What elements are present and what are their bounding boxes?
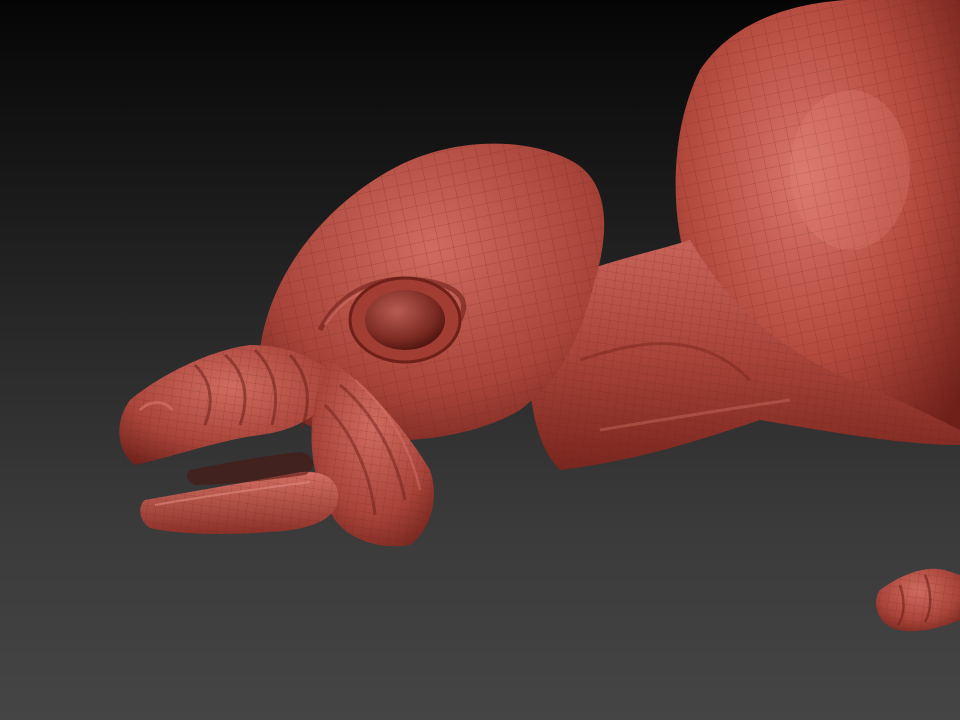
model-foot [876, 568, 960, 632]
3d-viewport[interactable] [0, 0, 960, 720]
model-eye [348, 276, 462, 364]
sculpt-model-canvas[interactable] [0, 0, 960, 720]
model-snout [119, 345, 341, 465]
